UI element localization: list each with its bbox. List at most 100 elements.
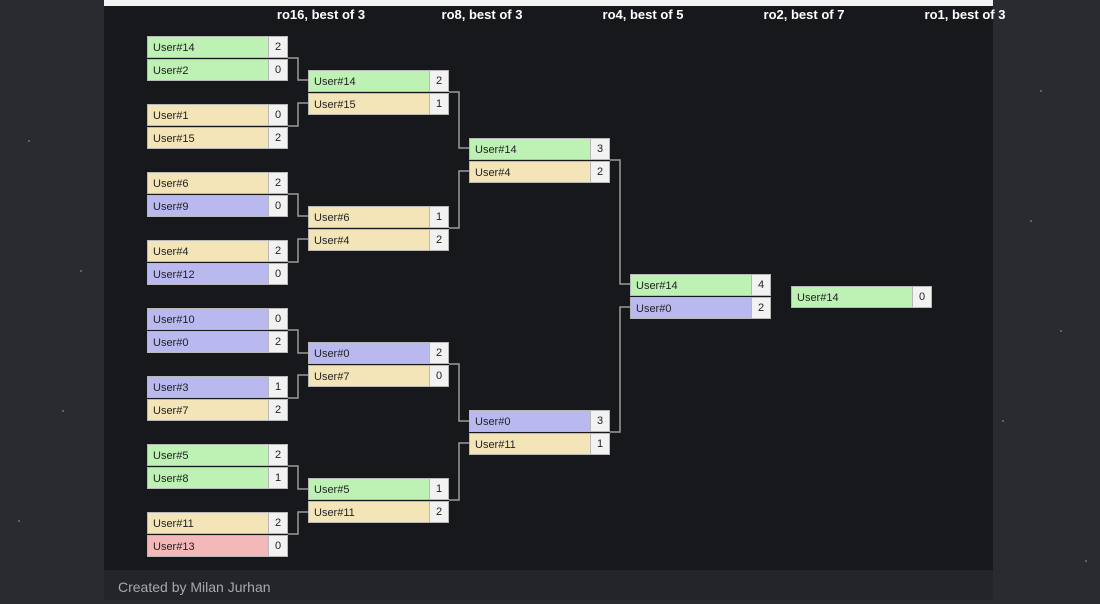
team-score: 2 (429, 229, 449, 251)
team-score: 2 (429, 501, 449, 523)
team-slot[interactable]: User#1 0 (147, 104, 288, 126)
team-slot[interactable]: User#0 3 (469, 410, 610, 432)
team-name: User#3 (147, 376, 268, 398)
team-slot[interactable]: User#0 2 (630, 297, 771, 319)
background-star (1002, 420, 1004, 422)
team-slot[interactable]: User#14 2 (147, 36, 288, 58)
match-ro16-7: User#5 2 User#8 1 (147, 444, 288, 489)
team-slot[interactable]: User#12 0 (147, 263, 288, 285)
team-slot[interactable]: User#5 2 (147, 444, 288, 466)
match-ro4-2: User#0 3 User#11 1 (469, 410, 610, 455)
team-name: User#11 (469, 433, 590, 455)
team-slot[interactable]: User#7 2 (147, 399, 288, 421)
team-name: User#4 (308, 229, 429, 251)
team-slot[interactable]: User#14 4 (630, 274, 771, 296)
team-score: 2 (268, 512, 288, 534)
team-score: 2 (751, 297, 771, 319)
background-star (1040, 90, 1042, 92)
team-name: User#5 (308, 478, 429, 500)
team-slot[interactable]: User#11 2 (147, 512, 288, 534)
team-slot[interactable]: User#11 1 (469, 433, 610, 455)
match-ro16-5: User#10 0 User#0 2 (147, 308, 288, 353)
team-score: 0 (912, 286, 932, 308)
match-ro8-1: User#14 2 User#15 1 (308, 70, 449, 115)
team-slot[interactable]: User#4 2 (469, 161, 610, 183)
team-score: 2 (268, 399, 288, 421)
team-slot[interactable]: User#4 2 (147, 240, 288, 262)
team-slot[interactable]: User#15 1 (308, 93, 449, 115)
team-slot[interactable]: User#14 3 (469, 138, 610, 160)
team-score: 1 (429, 478, 449, 500)
team-slot[interactable]: User#10 0 (147, 308, 288, 330)
match-ro8-4: User#5 1 User#11 2 (308, 478, 449, 523)
team-score: 0 (429, 365, 449, 387)
background-star (18, 520, 20, 522)
team-slot[interactable]: User#6 2 (147, 172, 288, 194)
team-name: User#11 (147, 512, 268, 534)
match-ro16-8: User#11 2 User#13 0 (147, 512, 288, 557)
team-name: User#14 (308, 70, 429, 92)
team-score: 0 (268, 59, 288, 81)
team-score: 0 (268, 263, 288, 285)
team-slot[interactable]: User#14 2 (308, 70, 449, 92)
team-name: User#0 (469, 410, 590, 432)
team-score: 2 (590, 161, 610, 183)
team-slot[interactable]: User#13 0 (147, 535, 288, 557)
team-slot[interactable]: User#9 0 (147, 195, 288, 217)
team-name: User#6 (147, 172, 268, 194)
match-ro2-1: User#14 4 User#0 2 (630, 274, 771, 319)
match-ro16-2: User#1 0 User#15 2 (147, 104, 288, 149)
match-ro16-1: User#14 2 User#2 0 (147, 36, 288, 81)
team-name: User#6 (308, 206, 429, 228)
team-slot[interactable]: User#7 0 (308, 365, 449, 387)
team-name: User#10 (147, 308, 268, 330)
team-score: 0 (268, 535, 288, 557)
team-slot[interactable]: User#6 1 (308, 206, 449, 228)
team-score: 4 (751, 274, 771, 296)
match-ro8-3: User#0 2 User#7 0 (308, 342, 449, 387)
team-score: 2 (429, 70, 449, 92)
match-ro16-3: User#6 2 User#9 0 (147, 172, 288, 217)
team-score: 1 (429, 206, 449, 228)
team-name: User#14 (791, 286, 912, 308)
team-score: 0 (268, 104, 288, 126)
team-name: User#15 (308, 93, 429, 115)
team-name: User#7 (147, 399, 268, 421)
team-score: 3 (590, 410, 610, 432)
team-score: 1 (590, 433, 610, 455)
team-score: 2 (268, 331, 288, 353)
footer-credit: Created by Milan Jurhan (104, 570, 993, 600)
team-name: User#9 (147, 195, 268, 217)
match-ro8-2: User#6 1 User#4 2 (308, 206, 449, 251)
team-name: User#0 (308, 342, 429, 364)
team-slot[interactable]: User#3 1 (147, 376, 288, 398)
background-star (80, 270, 82, 272)
team-score: 1 (268, 376, 288, 398)
team-name: User#12 (147, 263, 268, 285)
team-score: 2 (268, 172, 288, 194)
background-star (1030, 220, 1032, 222)
team-slot[interactable]: User#2 0 (147, 59, 288, 81)
team-slot[interactable]: User#15 2 (147, 127, 288, 149)
team-score: 2 (268, 444, 288, 466)
team-name: User#13 (147, 535, 268, 557)
team-slot[interactable]: User#8 1 (147, 467, 288, 489)
team-slot[interactable]: User#14 0 (791, 286, 932, 308)
team-name: User#0 (147, 331, 268, 353)
background-star (28, 140, 30, 142)
team-score: 1 (268, 467, 288, 489)
team-name: User#11 (308, 501, 429, 523)
team-name: User#7 (308, 365, 429, 387)
team-slot[interactable]: User#0 2 (147, 331, 288, 353)
team-slot[interactable]: User#5 1 (308, 478, 449, 500)
background-star (62, 410, 64, 412)
team-slot[interactable]: User#4 2 (308, 229, 449, 251)
team-slot[interactable]: User#11 2 (308, 501, 449, 523)
team-score: 2 (268, 127, 288, 149)
team-name: User#4 (469, 161, 590, 183)
team-name: User#14 (630, 274, 751, 296)
match-ro16-6: User#3 1 User#7 2 (147, 376, 288, 421)
team-slot[interactable]: User#0 2 (308, 342, 449, 364)
bracket-panel: ro16, best of 3 ro8, best of 3 ro4, best… (104, 0, 1005, 600)
team-name: User#5 (147, 444, 268, 466)
